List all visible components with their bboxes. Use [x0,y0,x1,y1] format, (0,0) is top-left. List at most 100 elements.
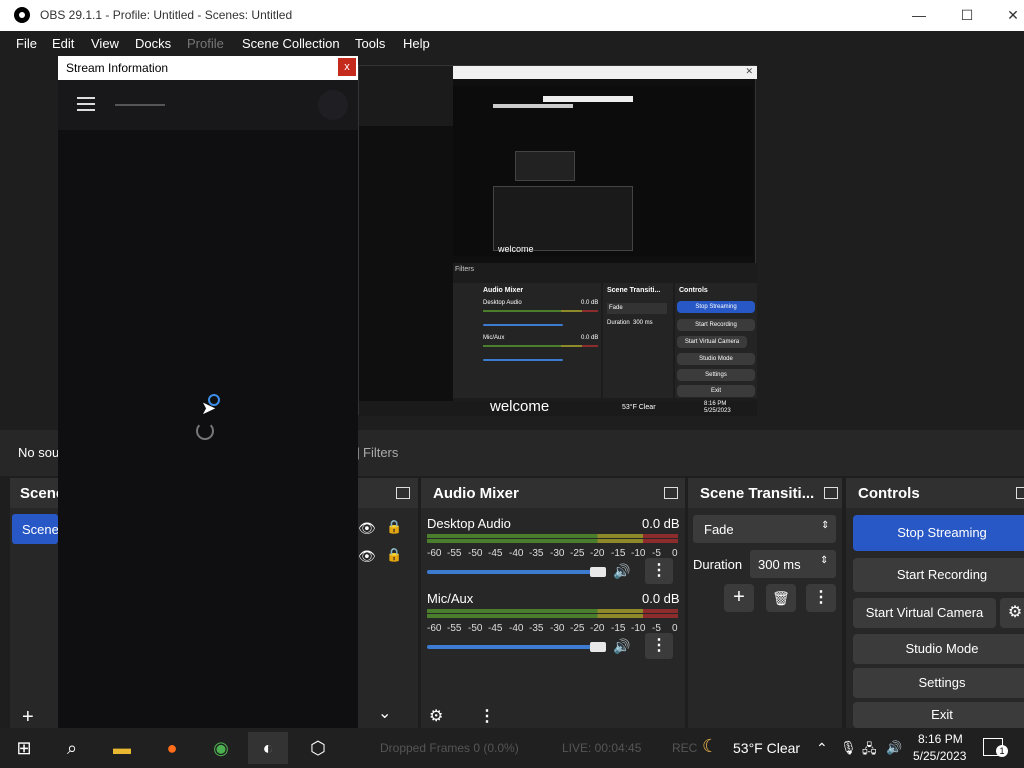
exit-button[interactable]: Exit [853,702,1024,728]
meter-tick-label: 0 [672,623,678,634]
track-menu-icon[interactable]: ⋮ [645,633,673,659]
weather-text[interactable]: 53°F Clear [733,740,800,756]
dialog-nav [58,80,358,130]
eye-icon[interactable]: 👁 [358,548,376,565]
search-icon[interactable]: ⌕ [52,732,92,764]
menu-docks[interactable]: Docks [135,36,171,51]
clock-date[interactable]: 5/25/2023 [913,749,966,763]
menu-edit[interactable]: Edit [52,36,74,51]
lock-icon[interactable]: 🔒 [386,547,402,563]
sources-undock-icon[interactable] [396,487,410,499]
speaker-icon[interactable]: 🔊 [886,740,902,756]
menu-help[interactable]: Help [403,36,430,51]
meter-tick-label: -20 [590,623,605,634]
tray-chevron-up-icon[interactable]: ⌃ [816,740,828,757]
scenes-dock: Scene Scene + [10,478,64,729]
volume-slider[interactable] [427,570,592,574]
menu-view[interactable]: View [91,36,119,51]
hamburger-menu-icon[interactable] [77,97,95,111]
menu-profile[interactable]: Profile [187,36,224,51]
mixer-track: Desktop Audio 0.0 dB -60 -55 -50 -45 -40 -35 -30… [421,516,685,586]
nested-preview: welcome [453,86,753,256]
nested-studio: Studio Mode [677,353,755,365]
settings-button[interactable]: Settings [853,668,1024,698]
add-scene-icon[interactable]: + [22,706,34,729]
filters-button[interactable]: Filters [363,445,398,460]
status-live: LIVE: 00:04:45 [562,741,642,755]
audio-mixer-header: Audio Mixer [421,478,685,508]
mouse-cursor-icon: ➤ [201,398,217,418]
nested-virtual: Start Virtual Camera [677,336,747,348]
volume-slider[interactable] [427,645,592,649]
virtual-camera-gear-icon[interactable]: ⚙ [1000,598,1024,628]
firefox-icon[interactable]: ● [152,732,192,764]
lock-icon[interactable]: 🔒 [386,519,402,535]
mixer-settings-gear-icon[interactable]: ⚙ [429,706,443,726]
audio-mixer-undock-icon[interactable] [664,487,678,499]
nested-db-2: 0.0 dB [581,335,599,341]
transition-menu-icon[interactable]: ⋮ [806,584,836,612]
menu-scene-collection[interactable]: Scene Collection [242,36,340,51]
duration-spinbox[interactable]: 300 ms ⇕ [750,550,836,578]
transition-select[interactable]: Fade ⇕ [693,515,836,543]
preview-canvas[interactable]: ✕ welcome Filters Audio Mixer Desktop Au… [358,65,757,416]
volume-slider-handle[interactable] [590,642,606,652]
dialog-close-button[interactable]: x [338,58,356,76]
nested-ms: 300 ms [633,320,653,326]
windows-start-icon[interactable]: ⊞ [4,732,44,764]
controls-undock-icon[interactable] [1016,487,1024,499]
volume-slider-handle[interactable] [590,567,606,577]
microphone-icon[interactable]: 🎙 [840,740,857,756]
nested-thumb-2 [493,186,633,251]
network-icon[interactable]: 🖧 [862,740,877,762]
studio-mode-button[interactable]: Studio Mode [853,634,1024,664]
track-db: 0.0 dB [642,591,680,606]
track-db: 0.0 dB [642,516,680,531]
clock-time[interactable]: 8:16 PM [918,732,963,746]
add-transition-button[interactable]: + [724,584,754,612]
scene-item[interactable]: Scene [12,514,59,544]
stop-streaming-button[interactable]: Stop Streaming [853,515,1024,551]
remove-transition-trash-icon[interactable]: 🗑 [766,584,796,612]
obs-taskbar-icon[interactable]: ◐ [248,732,288,764]
meter-tick-label: -60 [427,623,442,634]
stream-information-dialog: Stream Information x [58,56,358,728]
track-menu-icon[interactable]: ⋮ [645,558,673,584]
speaker-mute-icon[interactable]: 🔊 [613,563,630,580]
meter-tick-label: -55 [447,548,462,559]
maximize-button[interactable]: ☐ [944,0,990,31]
menu-file[interactable]: File [16,36,37,51]
eye-icon[interactable]: 👁 [358,520,376,537]
duration-label: Duration [693,557,743,572]
chevron-down-icon[interactable]: ⌄ [378,703,391,723]
controls-title: Controls [858,485,920,502]
meter-tick-label: -40 [509,623,524,634]
mixer-menu-icon[interactable]: ⋮ [479,706,495,726]
minimize-button[interactable]: — [896,0,942,31]
track-name: Mic/Aux [427,591,474,606]
status-dropped-frames: Dropped Frames 0 (0.0%) [380,741,519,755]
notification-center-icon[interactable]: 1 [983,738,1008,757]
scene-transitions-undock-icon[interactable] [824,487,838,499]
start-virtual-camera-button[interactable]: Start Virtual Camera [853,598,996,628]
chrome-icon[interactable]: ◉ [201,732,241,764]
nested-duration: Duration [607,320,630,326]
meter-tick-label: -30 [550,623,565,634]
start-recording-button[interactable]: Start Recording [853,558,1024,592]
menu-tools[interactable]: Tools [355,36,385,51]
close-button[interactable]: ✕ [990,0,1024,31]
spin-arrows-icon: ⇕ [820,555,829,566]
select-arrows-icon: ⇕ [821,520,830,531]
weather-moon-icon: ☾ [702,736,719,756]
nested-meter-2 [483,345,598,347]
file-explorer-icon[interactable]: ▬ [102,732,142,764]
virtualbox-icon[interactable]: ⬡ [298,732,338,764]
track-name: Desktop Audio [427,516,511,531]
scene-transitions-title: Scene Transiti... [700,485,815,502]
meter-tick-label: -30 [550,548,565,559]
preview-close-icon: ✕ [745,66,753,76]
avatar[interactable] [318,90,348,120]
sources-dock: 👁 🔒 👁 🔒 ⌄ [358,478,418,728]
speaker-mute-icon[interactable]: 🔊 [613,638,630,655]
scenes-dock-header: Scene [10,478,64,508]
